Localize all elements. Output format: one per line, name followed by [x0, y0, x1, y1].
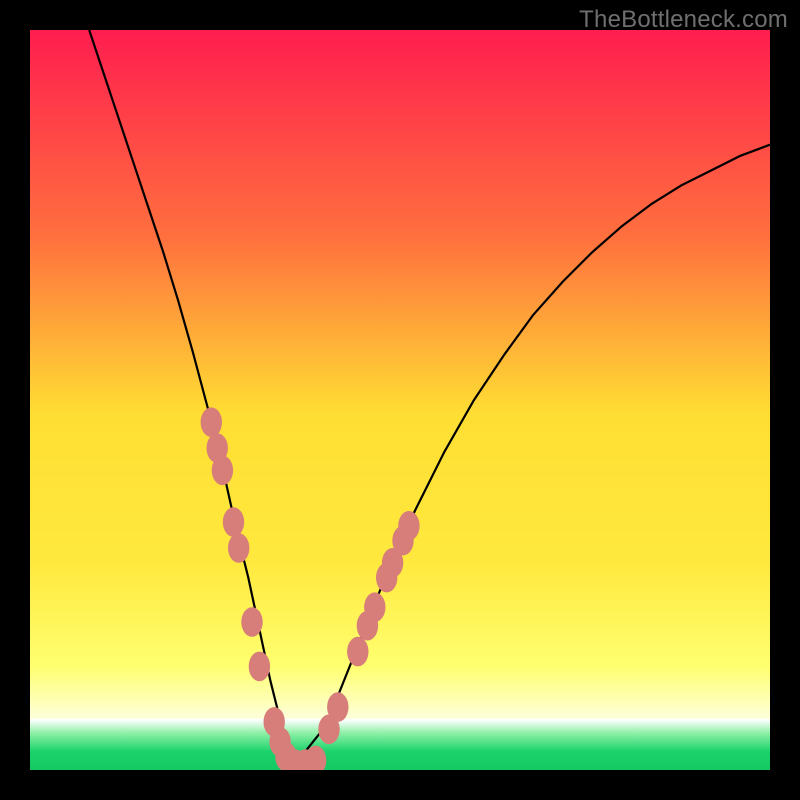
marker-point [241, 607, 262, 637]
marker-point [201, 407, 222, 437]
plot-area [30, 30, 770, 770]
chart-svg [30, 30, 770, 770]
watermark-text: TheBottleneck.com [579, 6, 788, 34]
gradient-background [30, 30, 770, 770]
marker-point [223, 507, 244, 537]
marker-point [228, 533, 249, 563]
outer-frame: TheBottleneck.com [0, 0, 800, 800]
marker-point [347, 637, 368, 667]
marker-point [398, 511, 419, 541]
marker-point [249, 652, 270, 682]
marker-point [212, 456, 233, 486]
marker-point [364, 592, 385, 622]
marker-point [327, 692, 348, 722]
